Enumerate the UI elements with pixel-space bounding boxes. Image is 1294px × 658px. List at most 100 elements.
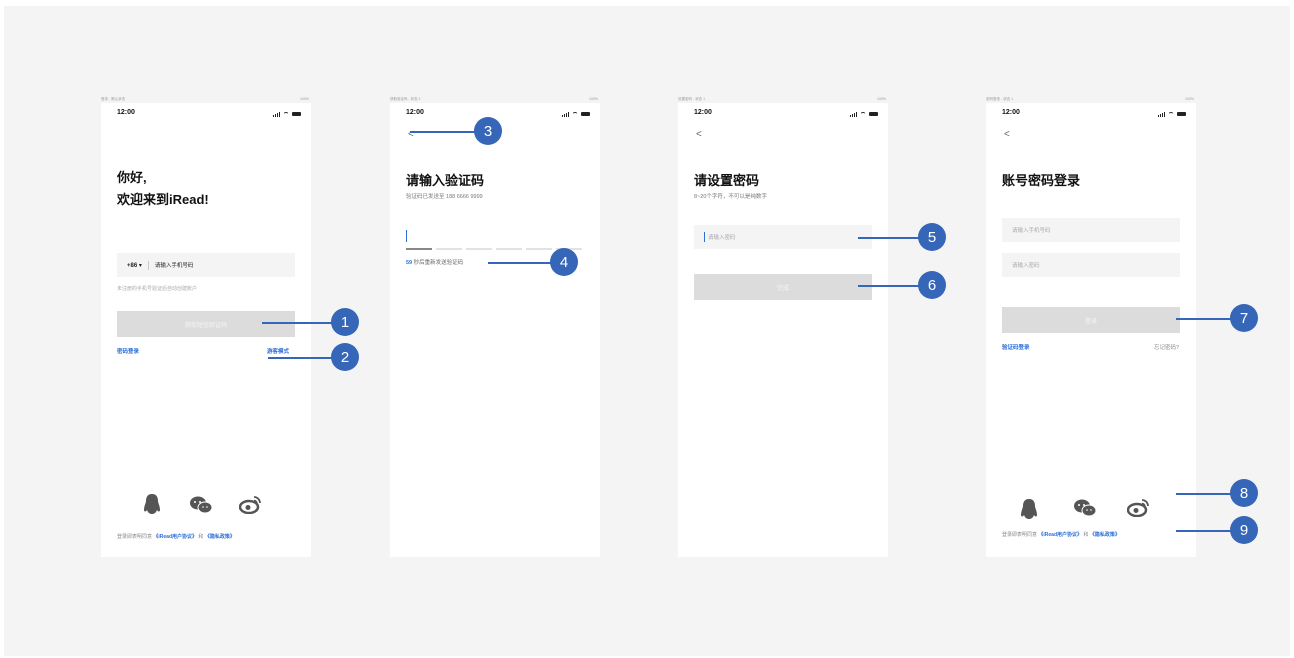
signal-icon bbox=[273, 112, 280, 117]
wifi-icon bbox=[572, 111, 578, 117]
callout-3-leader bbox=[410, 131, 476, 133]
callout-6-leader bbox=[858, 285, 920, 287]
screen-1-zoom: 100% bbox=[300, 97, 309, 101]
callout-9-leader bbox=[1176, 530, 1232, 532]
callout-badge-9: 9 bbox=[1230, 516, 1258, 544]
wechat-icon[interactable] bbox=[1073, 499, 1097, 517]
status-icons bbox=[273, 111, 301, 117]
status-icons bbox=[562, 111, 590, 117]
country-code-select[interactable]: +86 ▾ bbox=[127, 262, 142, 269]
user-agreement-link[interactable]: 《iRead用户协议》 bbox=[1038, 532, 1082, 538]
password-login-link[interactable]: 密码登录 bbox=[117, 347, 139, 355]
password-rule-text: 8~20个字符，不可以是纯数字 bbox=[694, 194, 767, 200]
code-login-link[interactable]: 验证码登录 bbox=[1002, 343, 1030, 351]
back-icon[interactable]: < bbox=[696, 129, 702, 140]
agreement-text: 登录即表明同意 《iRead用户协议》 和 《隐私政策》 bbox=[1002, 531, 1120, 538]
callout-1-leader bbox=[262, 322, 334, 324]
guest-mode-link[interactable]: 游客模式 bbox=[267, 347, 289, 355]
phone-input[interactable]: 请输入手机号码 bbox=[1002, 218, 1180, 242]
code-digit-4[interactable] bbox=[496, 248, 522, 250]
page-title: 账号密码登录 bbox=[1002, 173, 1081, 188]
auto-register-hint: 未注册的手机号验证后自动创建账户 bbox=[117, 286, 198, 292]
status-icons bbox=[1158, 111, 1186, 117]
privacy-policy-link[interactable]: 《隐私政策》 bbox=[1090, 532, 1120, 538]
callout-badge-2: 2 bbox=[331, 343, 359, 371]
callout-badge-3: 3 bbox=[474, 117, 502, 145]
wechat-icon[interactable] bbox=[189, 496, 213, 514]
screen-welcome-login: 12:00 你好, 欢迎来到iRead! +86 ▾ 请输入手机号码 未注册的手… bbox=[101, 103, 311, 557]
callout-badge-1: 1 bbox=[331, 308, 359, 336]
code-digit-5[interactable] bbox=[526, 248, 552, 250]
code-digit-1[interactable] bbox=[406, 248, 432, 250]
callout-2-leader bbox=[268, 357, 334, 359]
status-time: 12:00 bbox=[694, 109, 712, 116]
callout-badge-6: 6 bbox=[918, 271, 946, 299]
qq-icon[interactable] bbox=[143, 493, 161, 515]
back-icon[interactable]: < bbox=[1004, 129, 1010, 140]
input-cursor bbox=[406, 230, 407, 242]
signal-icon bbox=[850, 112, 857, 117]
user-agreement-link[interactable]: 《iRead用户协议》 bbox=[153, 534, 197, 540]
agreement-text: 登录即表明同意 《iRead用户协议》 和 《隐私政策》 bbox=[117, 533, 235, 540]
code-sent-text: 验证码已发送至 188 6666 9999 bbox=[406, 194, 483, 200]
qq-icon[interactable] bbox=[1020, 498, 1038, 520]
weibo-icon[interactable] bbox=[1127, 497, 1151, 517]
wifi-icon bbox=[283, 111, 289, 117]
get-code-button[interactable]: 获取短信验证码 bbox=[117, 311, 295, 337]
battery-icon bbox=[292, 112, 301, 116]
password-input[interactable]: 请输入密码 bbox=[1002, 253, 1180, 277]
callout-8-leader bbox=[1176, 493, 1232, 495]
login-button[interactable]: 登录 bbox=[1002, 307, 1180, 333]
status-icons bbox=[850, 111, 878, 117]
password-input[interactable]: 请输入密码 bbox=[694, 225, 872, 249]
signal-icon bbox=[1158, 112, 1165, 117]
wifi-icon bbox=[860, 111, 866, 117]
phone-input-row[interactable]: +86 ▾ 请输入手机号码 bbox=[117, 253, 295, 277]
page-title: 请设置密码 bbox=[694, 173, 760, 188]
screen-2-caption: 获取验证码 - 状态 1 bbox=[390, 97, 421, 101]
input-cursor bbox=[704, 232, 705, 242]
callout-5-leader bbox=[858, 237, 920, 239]
code-digit-3[interactable] bbox=[466, 248, 492, 250]
welcome-text: 欢迎来到iRead! bbox=[117, 192, 209, 207]
resend-countdown: 59 秒后重新发送验证码 bbox=[406, 258, 463, 266]
battery-icon bbox=[869, 112, 878, 116]
agreement-and: 和 bbox=[198, 534, 204, 540]
callout-badge-4: 4 bbox=[550, 248, 578, 276]
status-time: 12:00 bbox=[406, 109, 424, 116]
battery-icon bbox=[1177, 112, 1186, 116]
screen-password-login: 12:00 < 账号密码登录 请输入手机号码 请输入密码 登录 验证码登录 忘记… bbox=[986, 103, 1196, 557]
field-divider bbox=[147, 260, 149, 270]
signal-icon bbox=[562, 112, 569, 117]
page-title: 请输入验证码 bbox=[406, 173, 485, 188]
screen-verify-code: 12:00 < 请输入验证码 验证码已发送至 188 6666 9999 59 … bbox=[390, 103, 600, 557]
greeting-text: 你好, bbox=[117, 170, 147, 185]
countdown-seconds: 59 bbox=[406, 260, 413, 266]
screen-3-zoom: 100% bbox=[877, 97, 886, 101]
password-placeholder: 请输入密码 bbox=[708, 235, 736, 241]
forgot-password-link[interactable]: 忘记密码? bbox=[1154, 343, 1179, 351]
screen-set-password: 12:00 < 请设置密码 8~20个字符，不可以是纯数字 请输入密码 完成 bbox=[678, 103, 888, 557]
callout-badge-5: 5 bbox=[918, 223, 946, 251]
wifi-icon bbox=[1168, 111, 1174, 117]
status-time: 12:00 bbox=[1002, 109, 1020, 116]
phone-input[interactable]: 请输入手机号码 bbox=[155, 261, 194, 269]
agreement-prefix: 登录即表明同意 bbox=[1002, 532, 1038, 538]
finish-button[interactable]: 完成 bbox=[694, 274, 872, 300]
privacy-policy-link[interactable]: 《隐私政策》 bbox=[205, 534, 235, 540]
code-digit-2[interactable] bbox=[436, 248, 462, 250]
callout-4-leader bbox=[488, 262, 552, 264]
callout-7-leader bbox=[1176, 318, 1232, 320]
welcome-heading: 你好, 欢迎来到iRead! bbox=[117, 167, 209, 211]
status-time: 12:00 bbox=[117, 109, 135, 116]
battery-icon bbox=[581, 112, 590, 116]
screen-3-caption: 设置密码 - 状态 1 bbox=[678, 97, 706, 101]
agreement-and: 和 bbox=[1083, 532, 1089, 538]
callout-badge-7: 7 bbox=[1230, 304, 1258, 332]
weibo-icon[interactable] bbox=[239, 494, 263, 514]
agreement-prefix: 登录即表明同意 bbox=[117, 534, 153, 540]
screen-4-zoom: 100% bbox=[1185, 97, 1194, 101]
resend-text: 秒后重新发送验证码 bbox=[413, 260, 464, 266]
screen-4-caption: 密码登录 - 状态 1 bbox=[986, 97, 1014, 101]
screen-2-zoom: 100% bbox=[589, 97, 598, 101]
